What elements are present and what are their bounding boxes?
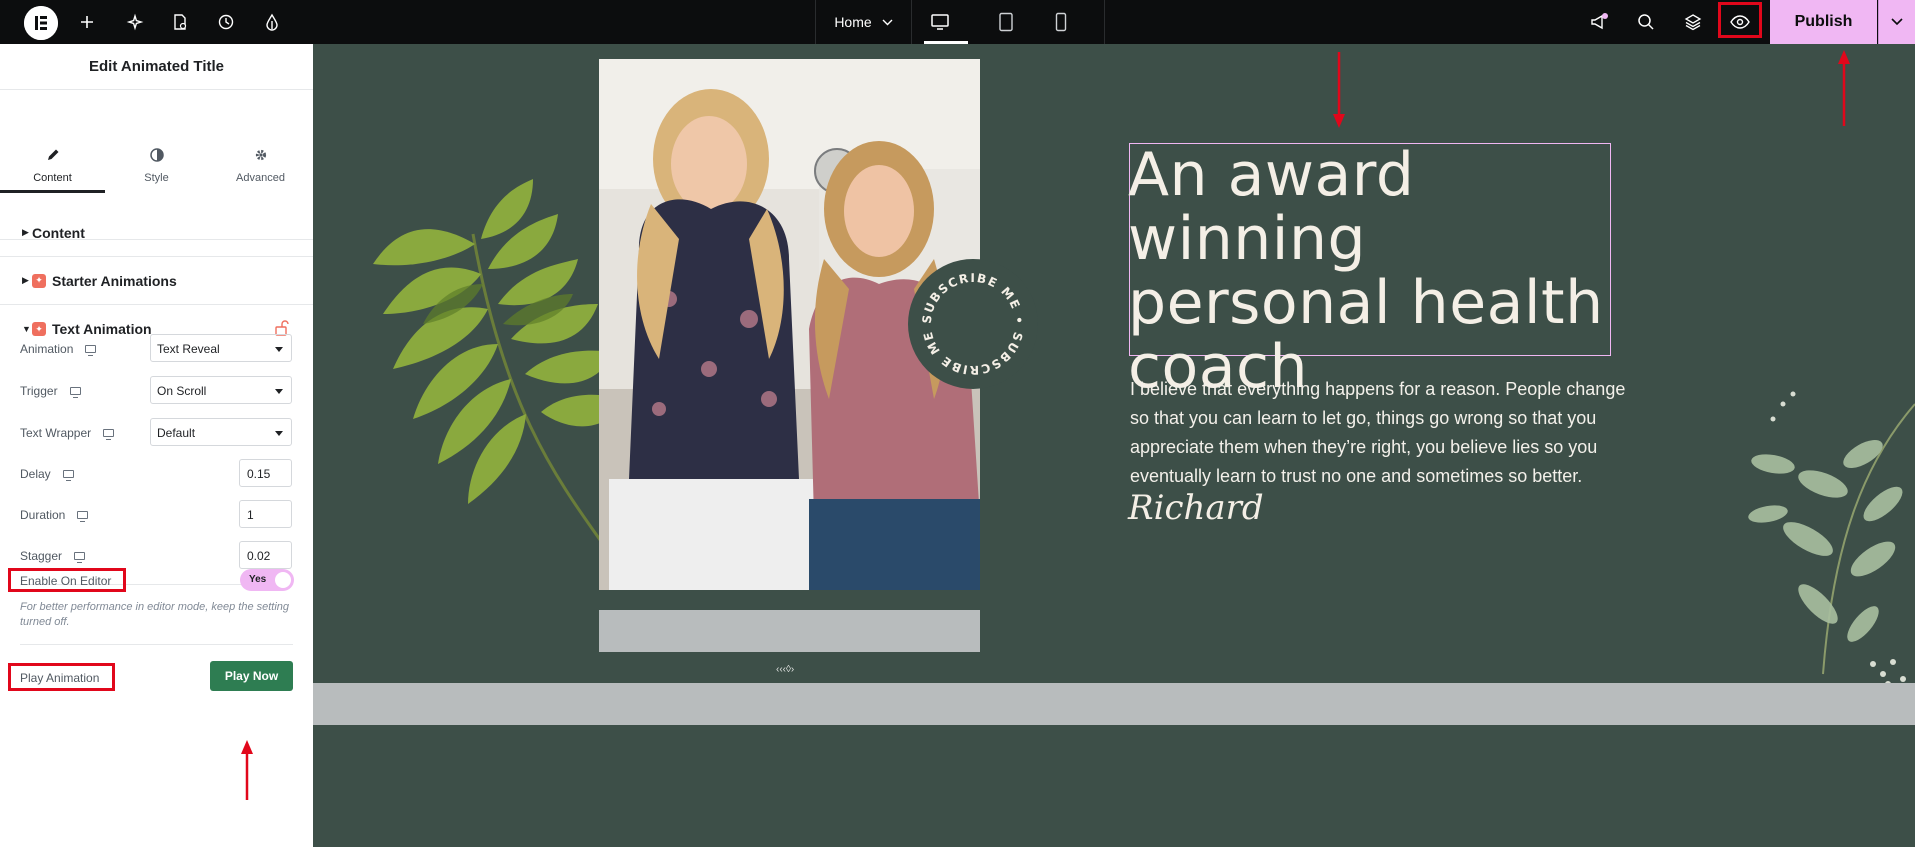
section-content[interactable]: ▶ Content: [0, 209, 313, 257]
carousel-arrows-icon[interactable]: ‹‹‹◊›: [776, 664, 794, 675]
enable-on-editor-label: Enable On Editor: [8, 568, 126, 592]
elementor-editor: Home Publish Edit Animated Title Content…: [0, 0, 1915, 847]
tab-label: Content: [33, 172, 72, 184]
field-label: Trigger: [20, 384, 58, 398]
signature-image: Richard: [1128, 488, 1264, 528]
badge-text: SUBSCRIBE ME • SUBSCRIBE ME •: [903, 248, 1024, 377]
field-label: Animation: [20, 342, 74, 356]
tab-label: Style: [144, 172, 169, 184]
mobile-view-icon[interactable]: [1033, 0, 1089, 44]
field-label: Stagger: [20, 549, 63, 563]
caret-down-icon: ▼: [22, 324, 31, 334]
section-divider-band: [313, 683, 1915, 725]
addon-badge-icon: ✦: [32, 273, 46, 288]
page-name: Home: [834, 14, 872, 30]
field-delay: Delay 0.15: [0, 459, 313, 489]
performance-hint: For better performance in editor mode, k…: [20, 601, 290, 628]
responsive-mode-group: [912, 0, 1105, 44]
field-stagger: Stagger 0.02: [0, 541, 313, 571]
section-starter-animations[interactable]: ▶ ✦ Starter Animations: [0, 257, 313, 305]
editor-panel: Edit Animated Title Content Style Advanc…: [0, 44, 313, 847]
trigger-select[interactable]: On Scroll: [150, 376, 292, 404]
animated-title-heading[interactable]: An award winning personal health coach: [1128, 143, 1628, 399]
field-animation: Animation Text Reveal: [0, 334, 313, 364]
responsive-desktop-icon[interactable]: [62, 470, 74, 481]
bio-paragraph: I believe that everything happens for a …: [1130, 379, 1626, 486]
page-settings-icon[interactable]: [165, 0, 195, 44]
field-text-wrapper: Text Wrapper Default: [0, 418, 313, 448]
panel-title: Edit Animated Title: [0, 44, 313, 90]
contrast-icon: [149, 148, 164, 162]
page-canvas: [313, 44, 1915, 847]
desktop-view-icon[interactable]: [912, 0, 968, 44]
enable-on-editor-toggle[interactable]: Yes: [240, 569, 294, 591]
structure-layers-icon[interactable]: [1678, 0, 1708, 44]
annotation-arrow-up-icon: [1838, 50, 1850, 126]
gear-icon: [255, 149, 266, 161]
animation-select[interactable]: Text Reveal: [150, 334, 292, 362]
tab-content[interactable]: Content: [0, 90, 105, 194]
responsive-desktop-icon[interactable]: [69, 387, 81, 398]
elementor-logo-icon[interactable]: [24, 6, 58, 40]
publish-options-chevron-icon[interactable]: [1878, 0, 1915, 44]
eucalyptus-branch-image: [1748, 391, 1915, 687]
field-duration: Duration 1: [0, 500, 313, 530]
tab-style[interactable]: Style: [104, 90, 209, 194]
responsive-desktop-icon[interactable]: [103, 429, 115, 440]
divider: [20, 644, 293, 645]
section-title: Content: [32, 224, 85, 241]
play-now-button[interactable]: Play Now: [210, 661, 293, 691]
svg-text:SUBSCRIBE ME • SUBSCRIBE ME •: SUBSCRIBE ME • SUBSCRIBE ME •: [908, 259, 1026, 377]
annotation-arrow-up-icon: [241, 740, 253, 800]
stagger-input[interactable]: 0.02: [239, 541, 292, 569]
history-icon[interactable]: [211, 0, 241, 44]
top-bar: Home Publish: [0, 0, 1915, 44]
responsive-desktop-icon[interactable]: [85, 345, 97, 356]
search-icon[interactable]: [1631, 0, 1661, 44]
ai-sparkle-icon[interactable]: [120, 0, 150, 44]
play-animation-label: Play Animation: [8, 663, 115, 691]
tab-advanced[interactable]: Advanced: [208, 90, 313, 194]
section-title: Starter Animations: [52, 272, 177, 289]
field-label: Text Wrapper: [20, 426, 92, 440]
publish-button[interactable]: Publish: [1770, 0, 1877, 44]
delay-input[interactable]: 0.15: [239, 459, 292, 487]
caret-right-icon: ▶: [22, 227, 29, 237]
responsive-desktop-icon[interactable]: [77, 511, 89, 522]
subscribe-badge[interactable]: SUBSCRIBE ME • SUBSCRIBE ME •: [903, 248, 1038, 389]
tab-label: Advanced: [236, 172, 285, 184]
photo-caption-bar: [599, 610, 980, 652]
caret-right-icon: ▶: [22, 275, 29, 285]
field-label: Delay: [20, 467, 51, 481]
field-trigger: Trigger On Scroll: [0, 376, 313, 406]
add-element-icon[interactable]: [72, 0, 102, 44]
preview-highlight-box: [1718, 2, 1762, 38]
panel-tabs: Content Style Advanced: [0, 90, 313, 240]
page-selector[interactable]: Home: [815, 0, 912, 44]
duration-input[interactable]: 1: [239, 500, 292, 528]
annotation-arrow-down-icon: [1333, 52, 1345, 128]
site-settings-drop-icon[interactable]: [257, 0, 287, 44]
tablet-view-icon[interactable]: [978, 0, 1034, 44]
text-wrapper-select[interactable]: Default: [150, 418, 292, 446]
field-label: Duration: [20, 508, 66, 522]
notifications-megaphone-icon[interactable]: [1584, 0, 1614, 44]
responsive-desktop-icon[interactable]: [74, 552, 86, 563]
pencil-icon: [47, 149, 58, 160]
chevron-down-icon: [882, 19, 893, 25]
